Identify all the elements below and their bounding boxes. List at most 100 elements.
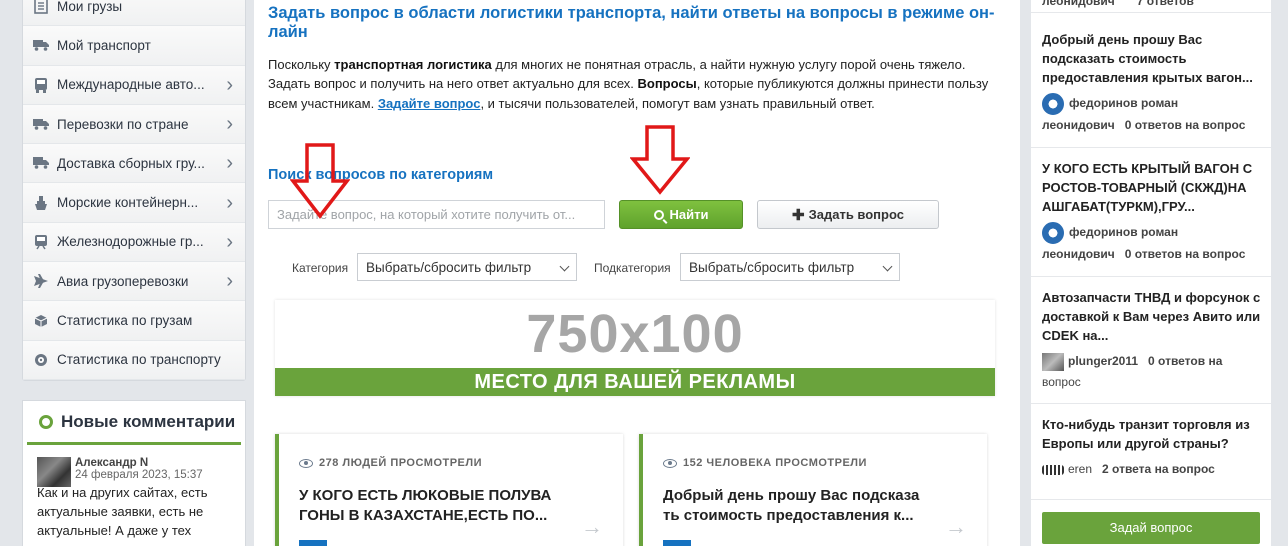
category-label: Категория bbox=[292, 261, 349, 275]
main-content: Задать вопрос в области логистики трансп… bbox=[254, 0, 1020, 546]
sidebar-item-label: Перевозки по стране bbox=[57, 116, 189, 132]
category-badge bbox=[299, 540, 327, 546]
comment-item[interactable]: Александр N 24 февраля 2023, 15:37 Как и… bbox=[23, 445, 245, 540]
question-meta: леонидович 7 ответов bbox=[1031, 0, 1271, 13]
intro-text: Поскольку транспортная логистика для мно… bbox=[268, 55, 998, 113]
question-item[interactable]: Автозапчасти ТНВД и форсунок с доставкой… bbox=[1031, 278, 1271, 404]
page-title: Задать вопрос в области логистики трансп… bbox=[268, 4, 995, 41]
train-icon bbox=[33, 234, 49, 250]
question-user[interactable]: федоринов роман bbox=[1069, 96, 1178, 110]
find-button-label: Найти bbox=[669, 207, 709, 222]
avatar bbox=[1042, 222, 1064, 244]
category-select[interactable]: Выбрать/сбросить фильтр bbox=[357, 253, 577, 281]
views-text: 152 ЧЕЛОВЕКА ПРОСМОТРЕЛИ bbox=[683, 457, 867, 469]
arrow-right-icon[interactable]: → bbox=[581, 514, 603, 540]
views-count: 278 ЛЮДЕЙ ПРОСМОТРЕЛИ bbox=[299, 457, 482, 469]
question-meta-line: федоринов роман bbox=[1042, 93, 1261, 115]
sidebar-item-cargo-stats[interactable]: Статистика по грузам bbox=[23, 301, 245, 341]
comment-text: Как и на других сайтах, есть актуальные … bbox=[37, 485, 208, 538]
ask-question-button[interactable]: Задай вопрос bbox=[1042, 512, 1260, 544]
eye-icon bbox=[663, 458, 677, 468]
new-comments-panel: Новые комментарии Александр N 24 февраля… bbox=[22, 400, 246, 546]
question-user[interactable]: леонидович bbox=[1042, 118, 1115, 132]
arrow-right-icon[interactable]: → bbox=[945, 514, 967, 540]
sidebar-item-label: Международные авто... bbox=[57, 77, 205, 93]
sidebar-item-air[interactable]: Авиа грузоперевозки › bbox=[23, 262, 245, 302]
comments-title: Новые комментарии bbox=[61, 411, 236, 431]
sidebar-item-my-cargo[interactable]: Мои грузы bbox=[23, 0, 245, 27]
avatar bbox=[1042, 93, 1064, 115]
intro-part: Поскольку bbox=[268, 57, 335, 72]
ask-question-link[interactable]: Задайте вопрос bbox=[378, 96, 481, 111]
question-title[interactable]: Автозапчасти ТНВД и форсунок с доставкой… bbox=[1042, 288, 1261, 345]
sidebar-item-railway[interactable]: Железнодорожные гр... › bbox=[23, 222, 245, 263]
avatar bbox=[1042, 464, 1064, 475]
question-card[interactable]: 152 ЧЕЛОВЕКА ПРОСМОТРЕЛИ Добрый день про… bbox=[639, 434, 987, 546]
chevron-right-icon: › bbox=[226, 270, 233, 293]
subcategory-select[interactable]: Выбрать/сбросить фильтр bbox=[680, 253, 900, 281]
chevron-right-icon: › bbox=[226, 113, 233, 136]
card-title[interactable]: Добрый день прошу Вас подсказа ть стоимо… bbox=[663, 486, 933, 526]
red-arrow-annotation bbox=[630, 125, 690, 195]
question-item[interactable]: Добрый день прошу Вас подсказать стоимос… bbox=[1031, 20, 1271, 148]
red-arrow-annotation bbox=[290, 143, 350, 219]
sidebar-item-sea-containers[interactable]: Морские контейнерн... › bbox=[23, 183, 245, 223]
answer-count: 2 ответа на вопрос bbox=[1102, 462, 1215, 476]
sidebar-item-international[interactable]: Международные авто... › bbox=[23, 65, 245, 105]
question-title[interactable]: Добрый день прошу Вас подсказать стоимос… bbox=[1042, 30, 1261, 87]
answer-count: 0 ответов на вопрос bbox=[1124, 247, 1246, 261]
sidebar-item-label: Мои грузы bbox=[57, 0, 123, 14]
comment-author[interactable]: Александр N bbox=[75, 457, 235, 469]
sidebar-item-label: Морские контейнерн... bbox=[57, 195, 199, 211]
comments-header: Новые комментарии bbox=[27, 401, 241, 445]
subcategory-select-value: Выбрать/сбросить фильтр bbox=[689, 259, 855, 275]
bus-icon bbox=[33, 77, 49, 93]
truck-icon bbox=[33, 37, 49, 53]
question-meta-line: леонидович 0 ответов на вопрос bbox=[1042, 115, 1261, 136]
chevron-down-icon bbox=[882, 261, 893, 272]
sidebar-item-label: Статистика по грузам bbox=[57, 313, 193, 329]
question-meta-line: леонидович 7 ответов bbox=[1042, 0, 1261, 12]
ad-banner[interactable]: 750x100 МЕСТО ДЛЯ ВАШЕЙ РЕКЛАМЫ bbox=[275, 300, 995, 396]
sidebar-item-label: Мой транспорт bbox=[57, 37, 151, 53]
chevron-right-icon: › bbox=[226, 73, 233, 96]
subcategory-label: Подкатегория bbox=[594, 261, 671, 275]
intro-part: , и тысячи пользователей, помогут вам уз… bbox=[480, 95, 875, 111]
avatar bbox=[1042, 352, 1064, 371]
sidebar-item-domestic[interactable]: Перевозки по стране › bbox=[23, 104, 245, 145]
left-sidebar: Мои грузы Мой транспорт Международные ав… bbox=[0, 0, 254, 546]
question-user[interactable]: plunger2011 bbox=[1068, 354, 1138, 368]
views-text: 278 ЛЮДЕЙ ПРОСМОТРЕЛИ bbox=[319, 457, 483, 469]
sidebar-item-label: Статистика по транспорту bbox=[57, 352, 221, 368]
question-meta-line: plunger2011 0 ответов на bbox=[1042, 351, 1261, 372]
sidebar-item-my-transport[interactable]: Мой транспорт bbox=[23, 26, 245, 66]
card-title[interactable]: У КОГО ЕСТЬ ЛЮКОВЫЕ ПОЛУВА ГОНЫ В КАЗАХС… bbox=[299, 486, 569, 526]
question-user[interactable]: леонидович bbox=[1042, 247, 1115, 261]
question-meta-line: eren 2 ответа на вопрос bbox=[1042, 459, 1261, 480]
question-user[interactable]: леонидович bbox=[1042, 0, 1115, 8]
find-button[interactable]: Найти bbox=[619, 200, 743, 229]
question-user[interactable]: eren bbox=[1068, 462, 1092, 476]
question-card[interactable]: 278 ЛЮДЕЙ ПРОСМОТРЕЛИ У КОГО ЕСТЬ ЛЮКОВЫ… bbox=[275, 434, 623, 546]
plus-icon: ✚ bbox=[792, 206, 805, 224]
chevron-right-icon: › bbox=[226, 230, 233, 253]
sidebar-item-consolidated[interactable]: Доставка сборных гру... › bbox=[23, 144, 245, 184]
sidebar-item-label: Авиа грузоперевозки bbox=[57, 273, 189, 289]
ask-question-button[interactable]: ✚ Задать вопрос bbox=[757, 200, 939, 229]
question-title[interactable]: У КОГО ЕСТЬ КРЫТЫЙ ВАГОН С РОСТОВ-ТОВАРН… bbox=[1042, 159, 1261, 216]
truck-icon bbox=[33, 116, 49, 132]
question-item[interactable]: У КОГО ЕСТЬ КРЫТЫЙ ВАГОН С РОСТОВ-ТОВАРН… bbox=[1031, 149, 1271, 277]
sidebar-item-transport-stats[interactable]: Статистика по транспорту bbox=[23, 340, 245, 380]
intro-bold: Вопросы bbox=[637, 76, 697, 92]
question-meta-line: федоринов роман bbox=[1042, 222, 1261, 244]
question-meta-line: леонидович 0 ответов на вопрос bbox=[1042, 244, 1261, 265]
views-count: 152 ЧЕЛОВЕКА ПРОСМОТРЕЛИ bbox=[663, 457, 867, 469]
category-select-value: Выбрать/сбросить фильтр bbox=[366, 259, 532, 275]
question-title[interactable]: Кто-нибудь транзит торговля из Европы ил… bbox=[1042, 415, 1261, 453]
chevron-right-icon: › bbox=[226, 191, 233, 214]
question-item[interactable]: Кто-нибудь транзит торговля из Европы ил… bbox=[1031, 405, 1271, 500]
intro-bold: транспортная логистика bbox=[334, 57, 492, 72]
document-icon bbox=[33, 0, 49, 14]
comment-date: 24 февраля 2023, 15:37 bbox=[75, 469, 203, 481]
question-user[interactable]: федоринов роман bbox=[1069, 225, 1178, 239]
